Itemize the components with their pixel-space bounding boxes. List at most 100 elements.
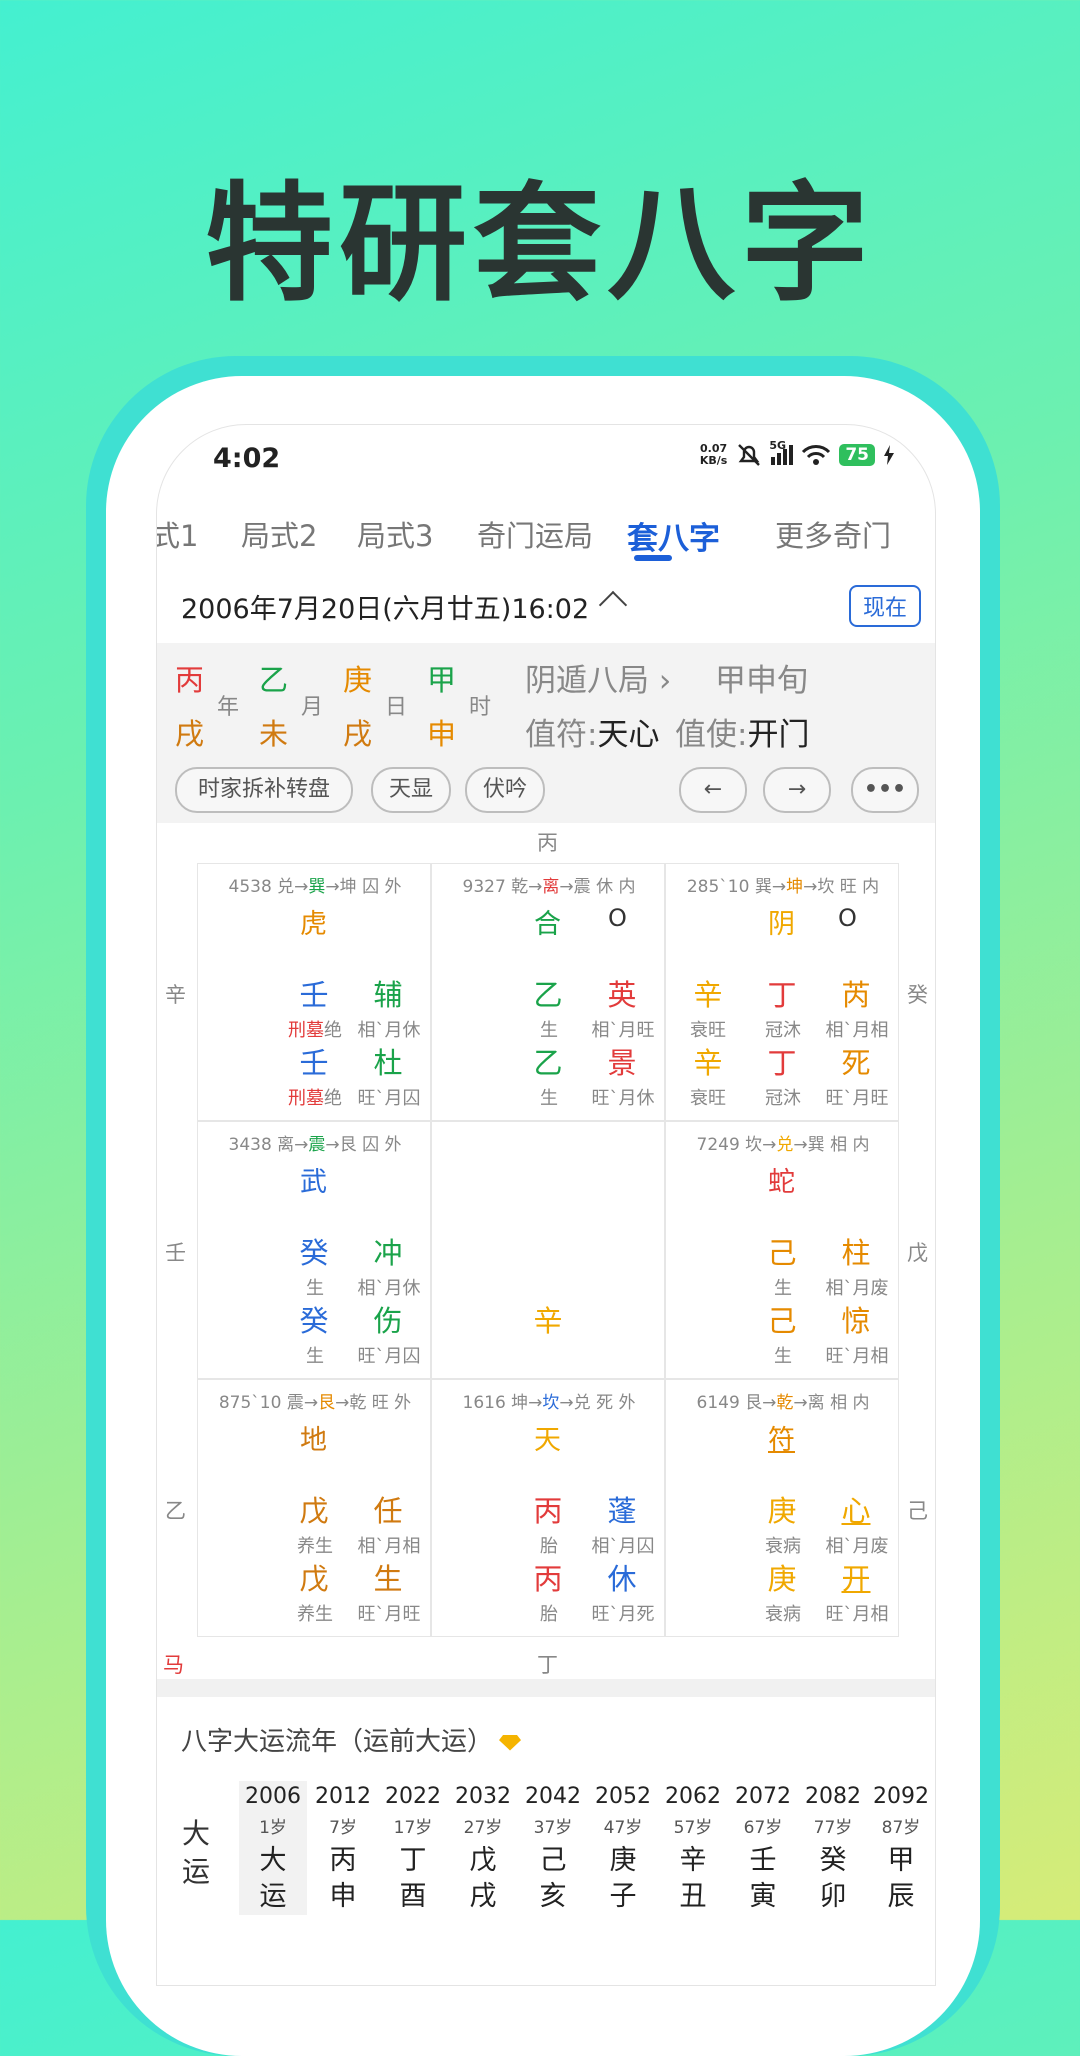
- net-speed: 0.07 KB/s: [699, 442, 728, 467]
- palace-stem-2: 丁: [767, 978, 797, 1012]
- palace-header: 4538 兑→巽→坤 囚 外: [228, 877, 402, 897]
- palace-stem: 庚: [767, 1494, 797, 1528]
- tab-shi1[interactable]: 式1: [157, 513, 198, 555]
- wifi-icon: [802, 445, 831, 465]
- dayun-col[interactable]: 2082 77岁 癸卯: [799, 1781, 867, 1915]
- palace-god: 蛇: [768, 1167, 795, 1198]
- palace-stem: 己: [767, 1304, 797, 1338]
- palace-2[interactable]: 9327 乾→离→震 休 内 合 O 乙 英 生 相`月旺 乙 景 生 旺`月休: [431, 863, 665, 1121]
- palace-god: 武: [300, 1167, 327, 1198]
- palace-sub: 旺`月旺: [825, 1088, 889, 1109]
- palace-header: 875`10 震→艮→乾 旺 外: [218, 1393, 412, 1413]
- chevron-up-icon[interactable]: [598, 590, 628, 620]
- active-tab-indicator: [634, 555, 672, 561]
- now-button[interactable]: 现在: [848, 585, 921, 627]
- clock: 4:02: [213, 443, 281, 474]
- chevron-right-icon: ›: [658, 663, 672, 699]
- tab-qimen-yunju[interactable]: 奇门运局: [477, 513, 593, 555]
- palace-sub: 旺`月囚: [357, 1346, 421, 1367]
- palace-sub: 旺`月休: [591, 1088, 655, 1109]
- palace-center[interactable]: 辛: [431, 1121, 665, 1379]
- pill-tianxian[interactable]: 天显: [371, 767, 451, 813]
- hour-branch: 申: [427, 717, 457, 751]
- dayun-title[interactable]: 八字大运流年（运前大运）: [181, 1721, 522, 1758]
- palace-sub: 相`月相: [825, 1020, 889, 1041]
- palace-sub: 相`月休: [357, 1020, 421, 1041]
- outer-left-1: 辛: [165, 983, 186, 1007]
- day-stem: 庚: [343, 663, 373, 697]
- dayun-row-label: 大运: [181, 1817, 210, 1888]
- palace-3[interactable]: 285`10 巽→坤→坎 旺 内 阴 O 辛 丁 芮 衰旺 冠沐 相`月相 辛 …: [665, 863, 899, 1121]
- dayun-col[interactable]: 2092 87岁 甲辰: [867, 1781, 935, 1915]
- next-button[interactable]: →: [763, 767, 831, 813]
- more-button[interactable]: •••: [851, 767, 919, 813]
- palace-sub: 相`月废: [825, 1536, 889, 1557]
- palace-door: 开: [841, 1562, 871, 1596]
- palace-god: 虎: [300, 909, 327, 940]
- palace-sub: 旺`月死: [591, 1604, 655, 1625]
- palace-door: 伤: [373, 1304, 403, 1338]
- xun: 甲申旬: [715, 663, 808, 699]
- palace-stem-2: 丁: [767, 1046, 797, 1080]
- dayun-col[interactable]: 2052 47岁 庚子: [589, 1781, 657, 1915]
- dayun-col[interactable]: 2062 57岁 辛丑: [659, 1781, 727, 1915]
- palace-sub: 相`月旺: [591, 1020, 655, 1041]
- palace-god: 天: [534, 1425, 561, 1456]
- palace-stem: 辛: [693, 978, 723, 1012]
- palace-1[interactable]: 4538 兑→巽→坤 囚 外 虎 壬 辅 刑墓绝 相`月休 壬 杜 刑墓绝 旺`…: [197, 863, 431, 1121]
- palace-header: 3438 离→震→艮 囚 外: [228, 1135, 402, 1155]
- palace-stem: 辛: [693, 1046, 723, 1080]
- dayun-col[interactable]: 2042 37岁 己亥: [519, 1781, 587, 1915]
- palace-star: 辅: [373, 978, 403, 1012]
- palace-god: 阴: [768, 909, 795, 940]
- palace-star: 蓬: [607, 1494, 637, 1528]
- pill-shijia-zhuanpan[interactable]: 时家拆补转盘: [175, 767, 353, 813]
- palace-stem: 乙: [533, 1046, 563, 1080]
- palace-stem: 庚: [767, 1562, 797, 1596]
- palace-8[interactable]: 875`10 震→艮→乾 旺 外 地 戊 任 养生 相`月相 戊 生 养生 旺`…: [197, 1379, 431, 1637]
- palace-star: 英: [607, 978, 637, 1012]
- palace-7[interactable]: 6149 艮→乾→离 相 内 符 庚 心 衰病 相`月废 庚 开 衰病 旺`月相: [665, 1379, 899, 1637]
- dayun-col[interactable]: 2022 17岁 丁酉: [379, 1781, 447, 1915]
- outer-corner-ma: 马: [163, 1653, 184, 1677]
- mute-icon: [738, 444, 761, 466]
- palace-6[interactable]: 7249 坎→兑→巽 相 内 蛇 己 柱 生 相`月废 己 惊 生 旺`月相: [665, 1121, 899, 1379]
- dayun-col[interactable]: 2072 67岁 壬寅: [729, 1781, 797, 1915]
- palace-9[interactable]: 1616 坤→坎→兑 死 外 天 丙 蓬 胎 相`月囚 丙 休 胎 旺`月死: [431, 1379, 665, 1637]
- tab-more-qimen[interactable]: 更多奇门: [775, 513, 891, 555]
- prev-button[interactable]: ←: [679, 767, 747, 813]
- tab-jushi3[interactable]: 局式3: [357, 513, 433, 555]
- vip-diamond-icon: [499, 1734, 522, 1751]
- dayun-col[interactable]: 2012 7岁 丙申: [309, 1781, 377, 1915]
- tab-jushi2[interactable]: 局式2: [241, 513, 317, 555]
- palace-stem: 丙: [533, 1562, 563, 1596]
- palace-stem: 己: [767, 1236, 797, 1270]
- palace-sub: 相`月休: [357, 1278, 421, 1299]
- chart-summary: 丙 戌 年 乙 未 月 庚 戌 日 甲 申 时 阴遁八局 › 甲申旬 值符:天心…: [157, 643, 935, 823]
- hour-label: 时: [469, 695, 492, 720]
- battery-level: 75: [839, 444, 875, 466]
- tab-bar: 式1 局式2 局式3 奇门运局 套八字 更多奇门: [157, 495, 935, 565]
- palace-star: 心: [841, 1494, 871, 1528]
- outer-right-1: 癸: [907, 983, 928, 1007]
- dayun-col[interactable]: 2032 27岁 戊戌: [449, 1781, 517, 1915]
- palace-star: 柱: [841, 1236, 871, 1270]
- month-branch: 未: [259, 717, 289, 751]
- palace-star: 冲: [373, 1236, 403, 1270]
- outer-left-2: 壬: [165, 1241, 186, 1265]
- palace-header: 285`10 巽→坤→坎 旺 内: [686, 877, 880, 897]
- palace-sub: 相`月相: [357, 1536, 421, 1557]
- palace-stem: 戊: [299, 1494, 329, 1528]
- palace-stem: 癸: [299, 1236, 329, 1270]
- pill-fuyin[interactable]: 伏吟: [465, 767, 545, 813]
- palace-4[interactable]: 3438 离→震→艮 囚 外 武 癸 冲 生 相`月休 癸 伤 生 旺`月囚: [197, 1121, 431, 1379]
- dayun-col[interactable]: 2006 1岁 大运: [239, 1781, 307, 1915]
- palace-circle: O: [838, 904, 857, 932]
- signal-icon: 5G: [769, 439, 794, 465]
- palace-stem: 癸: [299, 1304, 329, 1338]
- palace-stem: 乙: [533, 978, 563, 1012]
- date-row[interactable]: 2006年7月20日(六月廿五)16:02 现在: [157, 565, 935, 645]
- section-divider: [157, 1679, 935, 1697]
- tab-tao-bazi[interactable]: 套八字: [627, 513, 720, 558]
- ju-link[interactable]: 阴遁八局 ›: [525, 655, 671, 700]
